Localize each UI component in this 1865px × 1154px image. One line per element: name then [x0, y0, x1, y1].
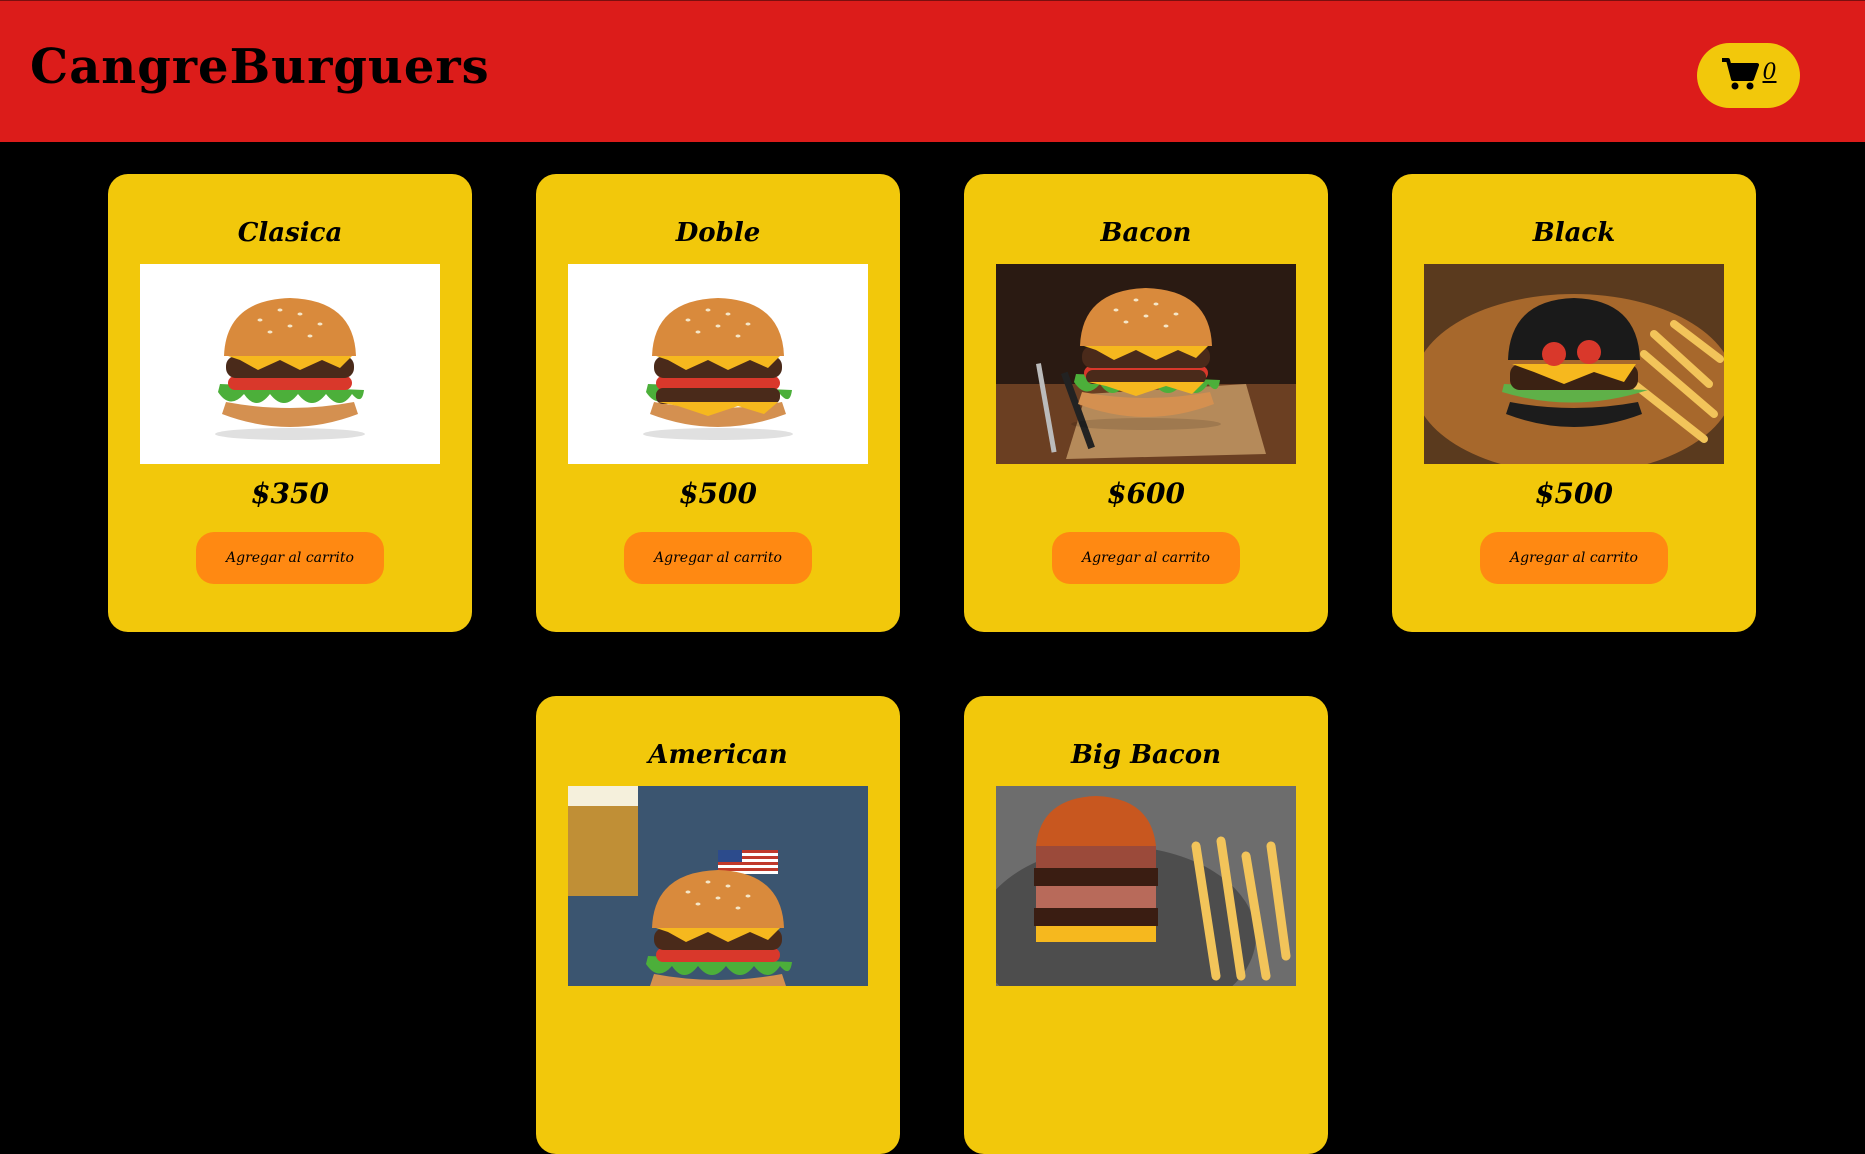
product-name: Doble: [675, 218, 761, 248]
product-image: [568, 786, 868, 986]
product-price: $600: [1107, 477, 1185, 510]
product-card: American: [536, 696, 900, 1154]
cart-icon: [1721, 57, 1759, 95]
product-card: Doble $500 Agregar al carrito: [536, 174, 900, 632]
product-image: [1424, 264, 1724, 464]
product-price: $500: [679, 477, 757, 510]
product-price: $350: [251, 477, 329, 510]
product-image: [996, 786, 1296, 986]
product-name: Big Bacon: [1071, 740, 1221, 770]
add-to-cart-button[interactable]: Agregar al carrito: [1052, 532, 1240, 584]
add-to-cart-button[interactable]: Agregar al carrito: [624, 532, 812, 584]
add-to-cart-button[interactable]: Agregar al carrito: [1480, 532, 1668, 584]
product-price: $500: [1535, 477, 1613, 510]
product-image: [140, 264, 440, 464]
site-header: CangreBurguers 0: [0, 0, 1865, 142]
product-image: [996, 264, 1296, 464]
product-name: Clasica: [237, 218, 343, 248]
product-card: Big Bacon: [964, 696, 1328, 1154]
product-name: Black: [1532, 218, 1616, 248]
product-name: American: [648, 740, 788, 770]
product-image: [568, 264, 868, 464]
product-card: Clasica $350 Agregar al carrito: [108, 174, 472, 632]
cart-count: 0: [1762, 60, 1777, 85]
brand-logo[interactable]: CangreBurguers: [30, 39, 490, 95]
product-card: Bacon $600 Agregar al carrito: [964, 174, 1328, 632]
cart-button[interactable]: 0: [1697, 43, 1800, 108]
product-name: Bacon: [1100, 218, 1192, 248]
add-to-cart-button[interactable]: Agregar al carrito: [196, 532, 384, 584]
product-card: Black $500 Agregar al carrito: [1392, 174, 1756, 632]
